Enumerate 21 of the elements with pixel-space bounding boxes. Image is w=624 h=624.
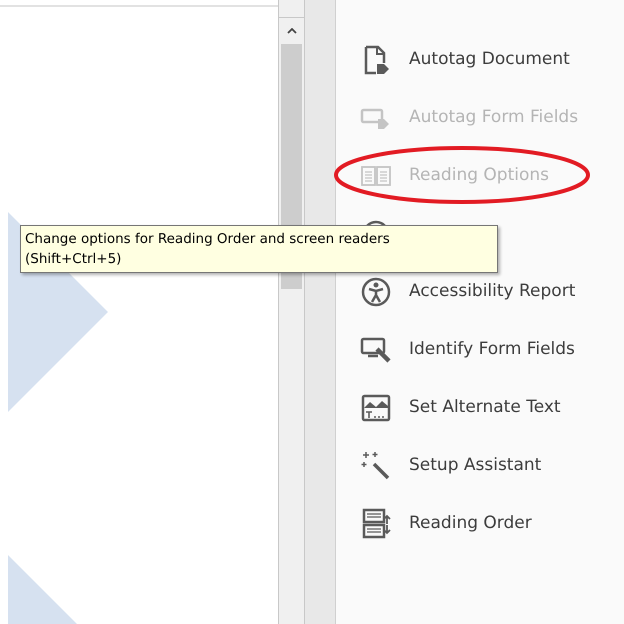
tool-item[interactable]: Setup Assistant bbox=[336, 437, 624, 495]
tool-item[interactable]: Reading Order bbox=[336, 495, 624, 553]
tool-label: Set Alternate Text bbox=[409, 396, 561, 420]
tool-label: Autotag Form Fields bbox=[409, 106, 578, 130]
tooltip-text: Change options for Reading Order and screen readers bbox=[25, 230, 391, 249]
tool-label: Reading Order bbox=[409, 512, 532, 536]
tool-label: Setup Assistant bbox=[409, 454, 542, 478]
magic-wand-icon bbox=[360, 450, 392, 482]
tool-label: Autotag Document bbox=[409, 48, 570, 72]
reorder-icon bbox=[360, 508, 392, 540]
tool-label: Accessibility Report bbox=[409, 280, 576, 304]
tool-item[interactable]: Accessibility Report bbox=[336, 263, 624, 321]
tool-item[interactable]: Set Alternate Text bbox=[336, 379, 624, 437]
tooltip-text: (Shift+Ctrl+5) bbox=[25, 250, 122, 269]
tool-label: Reading Options bbox=[409, 164, 550, 188]
caret-up-icon bbox=[286, 28, 296, 34]
tool-item[interactable]: Autotag Document bbox=[336, 31, 624, 89]
accessibility-icon bbox=[360, 276, 392, 308]
image-text-icon bbox=[360, 392, 392, 424]
tool-item[interactable]: Identify Form Fields bbox=[336, 321, 624, 379]
tool-label: Identify Form Fields bbox=[409, 338, 575, 362]
